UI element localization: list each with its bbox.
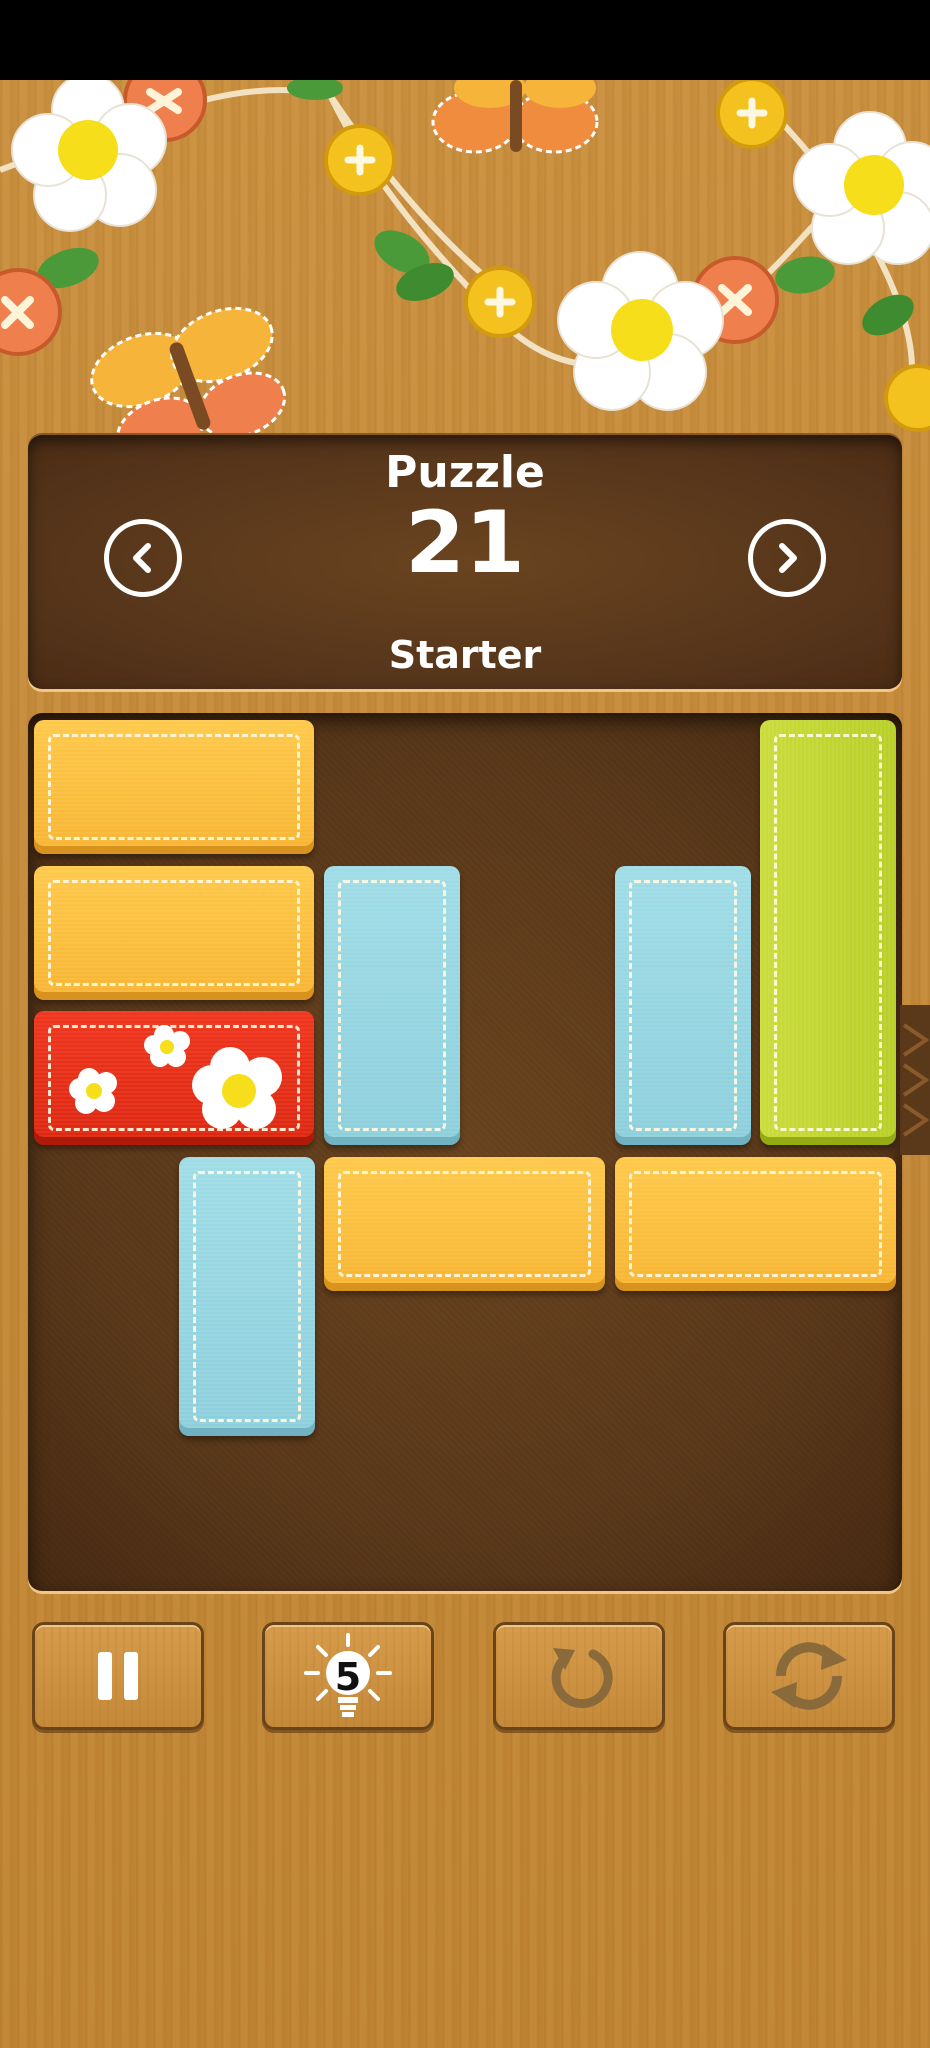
block-blue-v-2[interactable] — [615, 866, 751, 1145]
restart-icon — [771, 1642, 847, 1710]
hint-button[interactable]: 5 — [262, 1622, 434, 1730]
block-green-v[interactable] — [760, 720, 896, 1145]
exit-arrows-icon — [902, 1023, 930, 1137]
block-yellow-h-2[interactable] — [34, 866, 314, 1000]
puzzle-header: Puzzle 21 Starter — [28, 435, 902, 689]
decoration-garland — [0, 80, 930, 440]
status-bar — [0, 0, 930, 80]
block-target-red[interactable] — [34, 1011, 314, 1145]
block-yellow-h-3[interactable] — [324, 1157, 605, 1291]
difficulty-label: Starter — [388, 633, 542, 677]
next-puzzle-button[interactable] — [748, 519, 826, 597]
puzzle-title: Puzzle — [385, 447, 545, 498]
block-blue-v-3[interactable] — [179, 1157, 315, 1436]
pause-icon — [98, 1652, 138, 1700]
block-yellow-h-1[interactable] — [34, 720, 314, 854]
block-blue-v-1[interactable] — [324, 866, 460, 1145]
undo-button[interactable] — [493, 1622, 665, 1730]
undo-icon — [551, 1648, 613, 1709]
pause-button[interactable] — [32, 1622, 204, 1730]
block-yellow-h-4[interactable] — [615, 1157, 896, 1291]
chevron-right-icon — [779, 543, 797, 573]
daisy-icon — [69, 1025, 282, 1129]
hint-count: 5 — [334, 1655, 362, 1699]
chevron-left-icon — [133, 543, 151, 573]
previous-puzzle-button[interactable] — [104, 519, 182, 597]
restart-button[interactable] — [723, 1622, 895, 1730]
